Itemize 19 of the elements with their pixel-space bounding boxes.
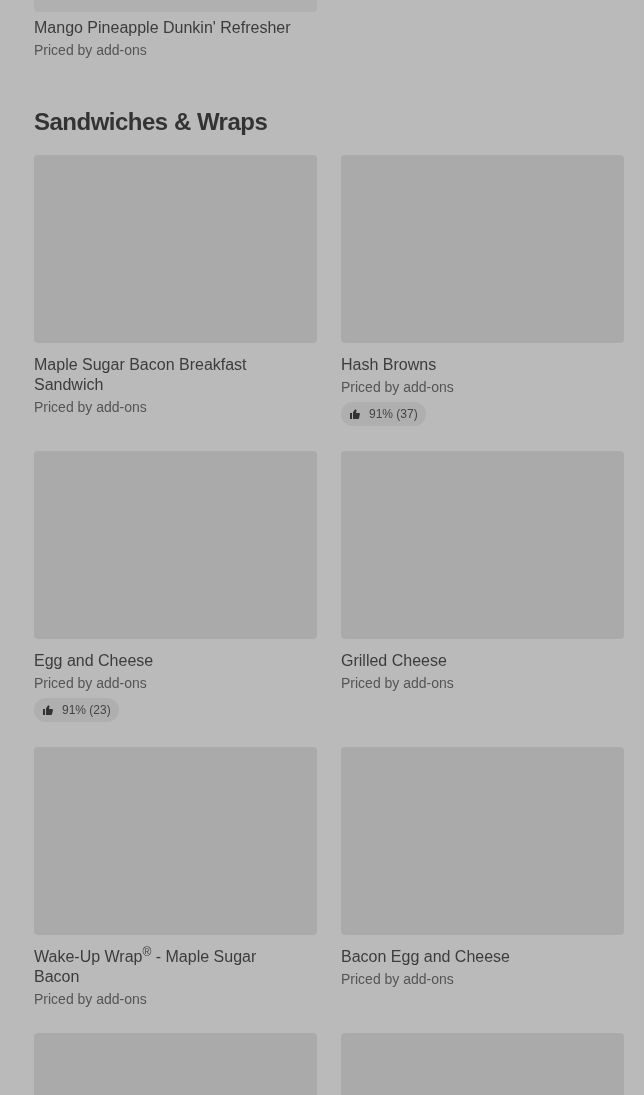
item-price-note: Priced by add-ons <box>34 41 148 59</box>
item-name: Grilled Cheese <box>341 651 448 671</box>
item-price-note: Priced by add-ons <box>341 378 455 396</box>
item-price-note: Priced by add-ons <box>341 674 455 692</box>
item-price-note: Priced by add-ons <box>34 990 148 1008</box>
item-name: Mango Pineapple Dunkin' Refresher <box>34 18 292 38</box>
rating-text: 91% (37) <box>369 406 418 423</box>
thumbs-up-icon <box>349 408 361 420</box>
rating-text: 91% (23) <box>62 702 111 719</box>
item-name: Egg and Cheese <box>34 651 155 671</box>
item-price-note: Priced by add-ons <box>34 674 148 692</box>
item-name: Maple Sugar Bacon Breakfast Sandwich <box>34 355 248 395</box>
item-name: Wake-Up Wrap$^{®}$ - Maple Sugar Bacon <box>34 947 258 987</box>
section-heading: Sandwiches & Wraps <box>34 107 269 137</box>
item-name: Hash Browns <box>341 355 438 375</box>
item-price-note: Priced by add-ons <box>34 398 148 416</box>
thumbs-up-icon <box>42 704 54 716</box>
item-name: Bacon Egg and Cheese <box>341 947 511 967</box>
item-price-note: Priced by add-ons <box>341 970 455 988</box>
